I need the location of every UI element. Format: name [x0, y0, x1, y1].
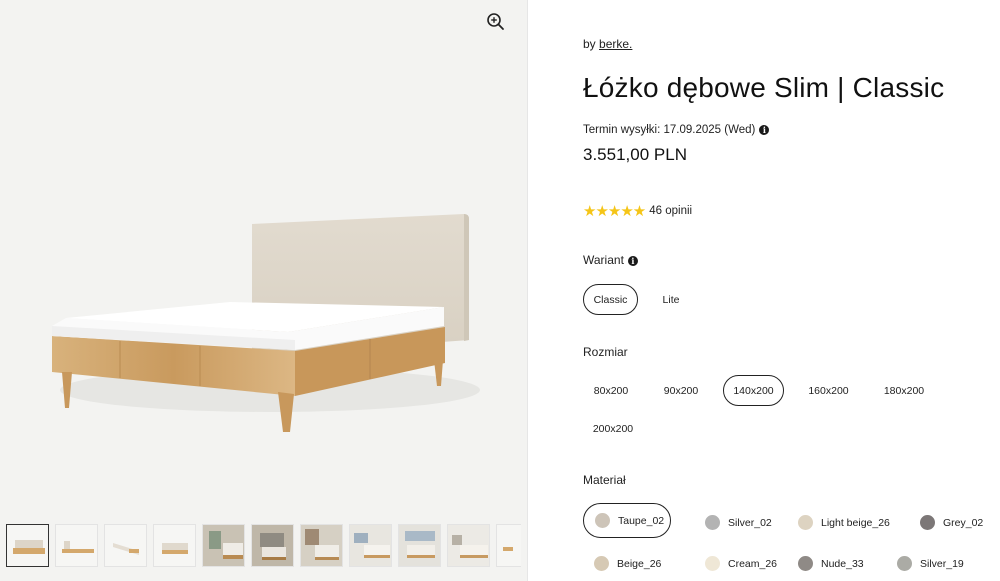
- material-name: Beige_26: [617, 557, 662, 570]
- gallery-thumbnail-3[interactable]: [104, 524, 147, 567]
- size-option-140x200[interactable]: 140x200: [723, 375, 784, 406]
- shipping-info: Termin wysyłki: 17.09.2025 (Wed) i: [583, 124, 770, 136]
- material-name: Taupe_02: [618, 514, 665, 527]
- rating-summary[interactable]: ★★★★★ 46 opinii: [583, 202, 692, 220]
- size-option-200x200[interactable]: 200x200: [583, 413, 643, 444]
- info-icon[interactable]: i: [759, 125, 770, 135]
- info-icon[interactable]: i: [627, 256, 638, 266]
- variant-option-classic[interactable]: Classic: [583, 284, 638, 315]
- brand-line: by berke.: [583, 37, 632, 51]
- gallery-thumbnail-1[interactable]: [6, 524, 49, 567]
- brand-prefix: by: [583, 37, 596, 51]
- size-label: Rozmiar: [583, 345, 628, 359]
- variant-label: Wariant: [583, 253, 624, 267]
- material-name: Silver_02: [728, 516, 772, 529]
- zoom-in-icon[interactable]: [485, 11, 507, 33]
- material-option-beige-26[interactable]: Beige_26: [583, 546, 671, 581]
- gallery-thumbnail-5[interactable]: [202, 524, 245, 567]
- material-swatch: [798, 556, 813, 571]
- size-option-160x200[interactable]: 160x200: [799, 375, 858, 406]
- material-swatch: [594, 556, 609, 571]
- material-name: Silver_19: [920, 557, 964, 570]
- material-name: Cream_26: [728, 557, 778, 570]
- product-gallery: [0, 0, 527, 581]
- material-option-light-beige-26[interactable]: Light beige_26: [787, 505, 897, 540]
- material-option-silver-02[interactable]: Silver_02: [694, 505, 784, 540]
- gallery-thumbnail-11[interactable]: [496, 524, 521, 567]
- review-count[interactable]: 46 opinii: [649, 205, 692, 217]
- variant-option-lite[interactable]: Lite: [645, 284, 697, 315]
- size-option-90x200[interactable]: 90x200: [653, 375, 709, 406]
- material-swatch: [920, 515, 935, 530]
- material-swatch: [897, 556, 912, 571]
- gallery-thumbnail-10[interactable]: [447, 524, 490, 567]
- material-swatch: [705, 515, 720, 530]
- material-option-taupe-02[interactable]: Taupe_02: [583, 503, 671, 538]
- material-name: Nude_33: [821, 557, 864, 570]
- material-option-grey-02[interactable]: Grey_02: [909, 505, 983, 540]
- material-swatch: [705, 556, 720, 571]
- size-option-180x200[interactable]: 180x200: [875, 375, 933, 406]
- product-price: 3.551,00 PLN: [583, 145, 687, 164]
- thumbnail-strip: [6, 524, 521, 568]
- material-name: Light beige_26: [821, 516, 890, 529]
- material-label: Materiał: [583, 473, 626, 487]
- material-swatch: [798, 515, 813, 530]
- size-option-80x200[interactable]: 80x200: [583, 375, 639, 406]
- gallery-thumbnail-4[interactable]: [153, 524, 196, 567]
- bed-product-image[interactable]: [40, 200, 480, 440]
- material-option-cream-26[interactable]: Cream_26: [694, 546, 784, 581]
- panel-divider: [527, 0, 528, 581]
- material-option-silver-19[interactable]: Silver_19: [886, 546, 976, 581]
- product-title: Łóżko dębowe Slim | Classic: [583, 72, 945, 103]
- gallery-thumbnail-6[interactable]: [251, 524, 294, 567]
- star-rating-icon: ★★★★★: [583, 203, 646, 220]
- gallery-thumbnail-2[interactable]: [55, 524, 98, 567]
- product-info-panel: by berke. Łóżko dębowe Slim | Classic Te…: [583, 0, 993, 581]
- gallery-thumbnail-9[interactable]: [398, 524, 441, 567]
- brand-link[interactable]: berke.: [599, 37, 632, 51]
- variant-label-row: Wariant i: [583, 253, 638, 267]
- material-name: Grey_02: [943, 516, 984, 529]
- material-swatch: [595, 513, 610, 528]
- shipping-text: Termin wysyłki: 17.09.2025 (Wed): [583, 124, 756, 136]
- gallery-thumbnail-7[interactable]: [300, 524, 343, 567]
- material-option-nude-33[interactable]: Nude_33: [787, 546, 877, 581]
- gallery-thumbnail-8[interactable]: [349, 524, 392, 567]
